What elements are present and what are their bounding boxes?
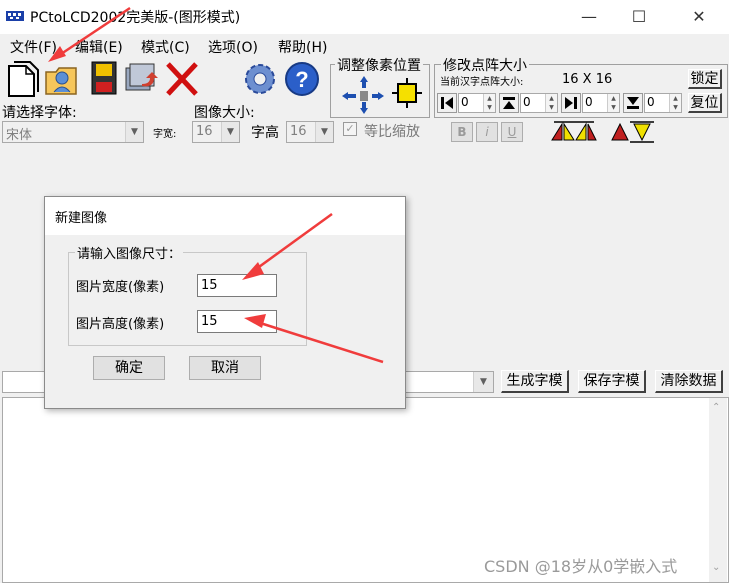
ok-button[interactable]: 确定 — [93, 356, 165, 380]
spin-value: 0 — [647, 95, 655, 109]
flip-vertical-icon[interactable] — [608, 120, 656, 144]
updown-icon[interactable]: ▲ ▼ — [483, 94, 495, 112]
generate-button[interactable]: 生成字模 — [501, 370, 569, 393]
trim-bottom-button[interactable] — [623, 93, 643, 113]
trim-right-button[interactable] — [561, 93, 581, 113]
new-file-icon[interactable] — [6, 58, 42, 98]
menu-edit[interactable]: 编辑(E) — [75, 37, 123, 57]
font-value: 宋体 — [6, 128, 33, 143]
updown-icon[interactable]: ▲ ▼ — [607, 94, 619, 112]
char-width-label: 字宽: — [153, 129, 177, 140]
help-question-icon[interactable]: ? — [284, 58, 320, 98]
clear-data-button[interactable]: 清除数据 — [655, 370, 723, 393]
italic-button[interactable]: i — [476, 122, 498, 142]
save-as-icon[interactable] — [124, 58, 160, 98]
flip-horizontal-icon[interactable] — [550, 120, 598, 144]
font-select[interactable]: 宋体 ▼ — [2, 121, 144, 143]
chevron-down-icon[interactable]: ▼ — [221, 122, 239, 142]
maximize-icon[interactable]: ☐ — [616, 0, 662, 34]
chevron-down-icon[interactable]: ▼ — [473, 372, 493, 392]
spin-value: 0 — [461, 95, 469, 109]
move-left-button[interactable] — [340, 88, 354, 102]
char-height-select[interactable]: 16 ▼ — [286, 121, 334, 143]
menu-mode[interactable]: 模式(C) — [141, 37, 190, 57]
save-disk-icon[interactable] — [86, 58, 122, 98]
scroll-down-icon[interactable]: ⌄ — [712, 562, 720, 573]
font-label: 请选择字体: — [2, 105, 77, 121]
image-size-label: 图像大小: — [194, 105, 255, 121]
menu-help[interactable]: 帮助(H) — [278, 37, 327, 57]
trim-top-icon — [503, 97, 515, 109]
new-image-dialog: 新建图像 请输入图像尺寸： 图片宽度(像素) 15 图片高度(像素) 15 确定… — [44, 196, 406, 409]
char-width-value: 16 — [196, 124, 213, 139]
trim-top-button[interactable] — [499, 93, 519, 113]
delete-x-icon[interactable] — [164, 58, 200, 98]
open-folder-icon[interactable] — [44, 58, 80, 98]
size-group-title: 请输入图像尺寸： — [75, 243, 184, 262]
trim-top-spin[interactable]: 0 ▲ ▼ — [520, 93, 558, 113]
svg-text:?: ? — [295, 67, 308, 92]
underline-button[interactable]: U — [501, 122, 523, 142]
center-button[interactable] — [396, 80, 420, 104]
cancel-button[interactable]: 取消 — [189, 356, 261, 380]
app-icon — [6, 11, 24, 21]
move-up-button[interactable] — [358, 74, 372, 88]
char-height-label: 字高 — [251, 125, 279, 141]
current-size-value: 16 X 16 — [562, 72, 613, 87]
width-input[interactable]: 15 — [197, 274, 277, 297]
trim-left-button[interactable] — [437, 93, 457, 113]
chevron-down-icon[interactable]: ▼ — [315, 122, 333, 142]
char-height-value: 16 — [290, 124, 307, 139]
trim-bottom-icon — [627, 97, 639, 109]
watermark: CSDN @18岁从0学嵌入式 — [484, 557, 678, 576]
resize-group-title: 修改点阵大小 — [441, 55, 529, 75]
dialog-title: 新建图像 — [55, 211, 108, 226]
ratio-checkbox[interactable]: ✓ — [343, 122, 357, 136]
settings-gear-icon[interactable] — [242, 58, 278, 98]
char-width-select[interactable]: 16 ▼ — [192, 121, 240, 143]
restore-button[interactable]: 复位 — [688, 93, 722, 113]
updown-icon[interactable]: ▲ ▼ — [669, 94, 681, 112]
height-label: 图片高度(像素) — [76, 317, 165, 332]
current-size-label: 当前汉字点阵大小: — [440, 77, 524, 88]
bold-button[interactable]: B — [451, 122, 473, 142]
trim-right-spin[interactable]: 0 ▲ ▼ — [582, 93, 620, 113]
chevron-down-icon[interactable]: ▼ — [125, 122, 143, 142]
spin-value: 0 — [523, 95, 531, 109]
save-font-button[interactable]: 保存字模 — [578, 370, 646, 393]
trim-left-spin[interactable]: 0 ▲ ▼ — [458, 93, 496, 113]
window-title: PCtoLCD2002完美版-(图形模式) — [30, 10, 241, 26]
updown-icon[interactable]: ▲ ▼ — [545, 94, 557, 112]
width-label: 图片宽度(像素) — [76, 280, 165, 295]
vertical-scrollbar[interactable]: ⌃ ⌄ — [709, 398, 727, 582]
scroll-up-icon[interactable]: ⌃ — [712, 402, 720, 413]
minimize-icon[interactable]: — — [566, 0, 612, 34]
spin-value: 0 — [585, 95, 593, 109]
close-icon[interactable]: ✕ — [676, 0, 722, 34]
trim-right-icon — [565, 97, 577, 109]
adjust-pixel-title: 调整像素位置 — [335, 55, 423, 75]
trim-left-icon — [441, 97, 453, 109]
move-right-button[interactable] — [372, 88, 386, 102]
menu-file[interactable]: 文件(F) — [10, 37, 57, 57]
height-input[interactable]: 15 — [197, 310, 277, 333]
trim-bottom-spin[interactable]: 0 ▲ ▼ — [644, 93, 682, 113]
lock-button[interactable]: 锁定 — [688, 69, 722, 89]
menu-options[interactable]: 选项(O) — [208, 37, 258, 57]
ratio-label: 等比缩放 — [364, 124, 420, 140]
move-down-button[interactable] — [358, 102, 372, 116]
